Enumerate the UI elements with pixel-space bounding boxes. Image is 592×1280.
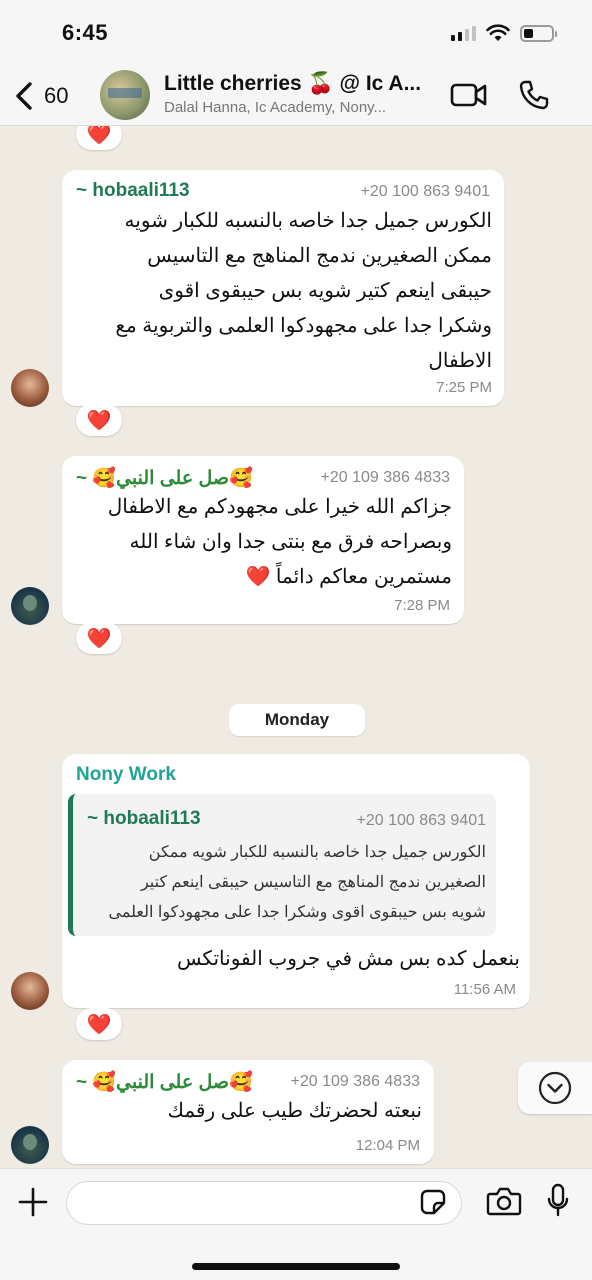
- message-sender[interactable]: Nony Work: [76, 764, 176, 786]
- sender-phone: +20 109 386 4833: [320, 469, 450, 486]
- heart-reaction[interactable]: ❤️: [76, 404, 122, 436]
- message-input[interactable]: [66, 1181, 462, 1225]
- date-separator: Monday: [229, 704, 365, 736]
- scroll-to-bottom-button[interactable]: [518, 1062, 592, 1114]
- message-text: الكورس جميل جدا خاصه بالنسبه للكبار شويه…: [115, 210, 492, 372]
- video-call-icon[interactable]: [450, 81, 488, 109]
- microphone-icon[interactable]: [546, 1183, 570, 1219]
- chat-header: 60 Little cherries 🍒 @ Ic A... Dalal Han…: [0, 66, 592, 126]
- sender-avatar[interactable]: [11, 587, 49, 625]
- chat-area[interactable]: ❤️ ~ hobaali113 +20 100 863 9401 الكورس …: [0, 126, 592, 1168]
- back-button[interactable]: 60: [14, 78, 68, 114]
- status-icons: [451, 22, 557, 44]
- camera-icon[interactable]: [486, 1186, 522, 1216]
- quoted-text: الكورس جميل جدا خاصه بالنسبه للكبار شويه…: [108, 844, 487, 921]
- chevron-down-circle-icon: [538, 1071, 572, 1105]
- message-time: 7:28 PM: [394, 597, 450, 614]
- chevron-left-icon: [16, 82, 32, 110]
- attach-plus-icon[interactable]: [16, 1185, 50, 1219]
- quoted-phone: +20 100 863 9401: [356, 812, 486, 829]
- quoted-message[interactable]: ~ hobaali113 +20 100 863 9401 الكورس جمي…: [68, 794, 496, 936]
- sticker-icon[interactable]: [420, 1189, 446, 1215]
- message-sender[interactable]: ~ hobaali113: [76, 180, 190, 202]
- status-time: 6:45: [62, 20, 109, 45]
- sender-phone: +20 109 386 4833: [290, 1073, 420, 1090]
- message-text: نبعته لحضرتك طيب على رقمك: [167, 1100, 423, 1122]
- status-bar: 6:45: [0, 0, 592, 66]
- group-title[interactable]: Little cherries 🍒 @ Ic A...: [164, 72, 421, 96]
- message-bubble[interactable]: ~ 🥰صل على النبي🥰 +20 109 386 4833 جزاكم …: [62, 456, 464, 624]
- sender-phone: +20 100 863 9401: [360, 183, 490, 200]
- message-time: 11:56 AM: [453, 981, 516, 998]
- unread-count: 60: [44, 83, 69, 108]
- composer-bar: [0, 1168, 592, 1280]
- message-bubble[interactable]: ~ 🥰صل على النبي🥰 +20 109 386 4833 نبعته …: [62, 1060, 434, 1164]
- home-indicator: [192, 1263, 400, 1270]
- sender-avatar[interactable]: [11, 1126, 49, 1164]
- message-time: 12:04 PM: [355, 1137, 420, 1154]
- message-bubble[interactable]: Nony Work ~ hobaali113 +20 100 863 9401 …: [62, 754, 530, 1008]
- message-sender[interactable]: ~ 🥰صل على النبي🥰: [76, 1070, 253, 1094]
- sender-avatar[interactable]: [11, 369, 49, 407]
- phone-call-icon[interactable]: [518, 79, 550, 111]
- heart-reaction[interactable]: ❤️: [76, 126, 122, 150]
- heart-reaction[interactable]: ❤️: [76, 622, 122, 654]
- battery-icon: [520, 24, 557, 42]
- heart-reaction[interactable]: ❤️: [76, 1008, 122, 1040]
- message-time: 7:25 PM: [436, 379, 492, 396]
- message-text: جزاكم الله خيرا على مجهودكم مع الاطفال و…: [107, 496, 452, 588]
- group-avatar[interactable]: [100, 70, 150, 120]
- group-members[interactable]: Dalal Hanna, Ic Academy, Nony...: [164, 99, 386, 116]
- quoted-sender: ~ hobaali113: [87, 808, 201, 829]
- message-text: بنعمل كده بس مش في جروب الفوناتكس: [176, 948, 520, 970]
- cellular-signal-icon: [451, 25, 476, 41]
- wifi-icon: [486, 24, 510, 41]
- message-bubble[interactable]: ~ hobaali113 +20 100 863 9401 الكورس جمي…: [62, 170, 504, 406]
- sender-avatar[interactable]: [11, 972, 49, 1010]
- message-sender[interactable]: ~ 🥰صل على النبي🥰: [76, 466, 253, 490]
